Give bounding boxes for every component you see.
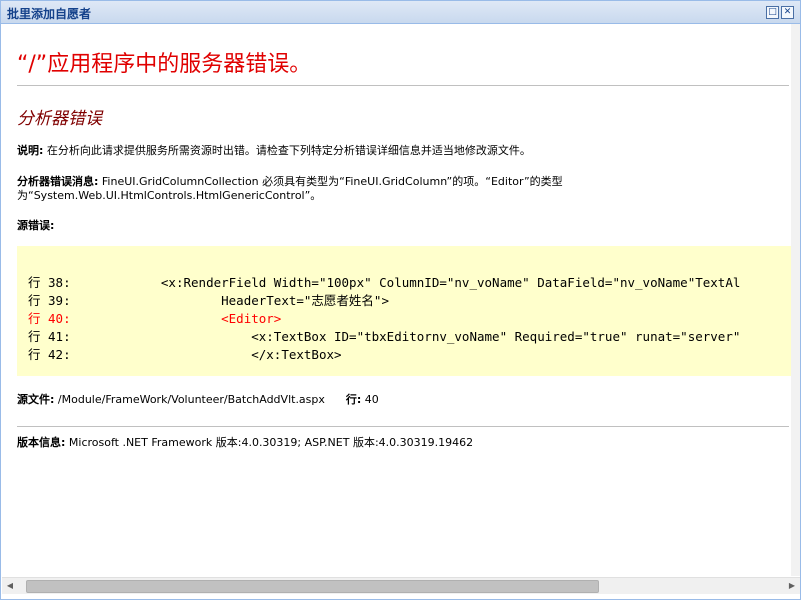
description-text: 在分析向此请求提供服务所需资源时出错。请检查下列特定分析错误详细信息并适当地修改… [46,144,531,157]
error-page-content: “/”应用程序中的服务器错误。 分析器错误 说明: 在分析向此请求提供服务所需资… [2,24,791,576]
error-subheading: 分析器错误 [17,109,102,129]
version-row: 版本信息: Microsoft .NET Framework 版本:4.0.30… [17,434,473,450]
vertical-scrollbar[interactable] [791,24,800,576]
scrollbar-thumb[interactable] [26,580,599,593]
line-number: 40 [364,393,379,406]
parser-message-line-2: 为“System.Web.UI.HtmlControls.HtmlGeneric… [17,189,322,202]
line-label: 行: [345,393,362,406]
dialog-window: 批里添加自愿者 □ ✕ “/”应用程序中的服务器错误。 分析器错误 说明: 在分… [0,0,801,600]
divider [17,85,789,86]
source-code-line: 行 42: </x:TextBox> [28,347,342,362]
source-code-line: 行 40: <Editor> [28,311,282,326]
dialog-titlebar[interactable]: 批里添加自愿者 □ ✕ [1,1,800,24]
maximize-button[interactable]: □ [766,6,779,19]
close-button[interactable]: ✕ [781,6,794,19]
source-error-label-row: 源错误: [17,217,54,233]
source-error-label: 源错误: [17,219,55,232]
description-paragraph: 说明: 在分析向此请求提供服务所需资源时出错。请检查下列特定分析错误详细信息并适… [17,142,531,158]
scroll-left-arrow-icon[interactable]: ◀ [2,578,18,594]
source-code-line: 行 39: HeaderText="志愿者姓名"> [28,293,389,308]
description-label: 说明: [17,144,44,157]
scroll-right-arrow-icon[interactable]: ▶ [784,578,800,594]
dialog-title: 批里添加自愿者 [7,7,92,21]
source-code-line: 行 41: <x:TextBox ID="tbxEditornv_voName"… [28,329,741,344]
source-file-label: 源文件: [17,393,55,406]
version-text: Microsoft .NET Framework 版本:4.0.30319; A… [68,436,474,449]
version-label: 版本信息: [17,436,66,449]
error-heading: “/”应用程序中的服务器错误。 [17,52,312,77]
divider [17,426,789,427]
source-code-box: 行 38: <x:RenderField Width="100px" Colum… [17,246,791,376]
source-file-path: /Module/FrameWork/Volunteer/BatchAddVlt.… [57,393,325,406]
source-code-line: 行 38: <x:RenderField Width="100px" Colum… [28,275,741,290]
horizontal-scrollbar[interactable]: ◀ ▶ [2,577,800,594]
source-code: 行 38: <x:RenderField Width="100px" Colum… [28,274,740,364]
source-file-row: 源文件: /Module/FrameWork/Volunteer/BatchAd… [17,391,379,407]
